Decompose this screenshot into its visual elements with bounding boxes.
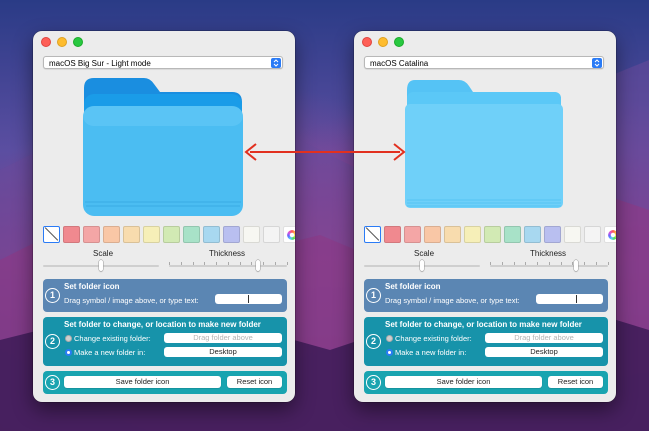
icon-text-input[interactable]: [536, 294, 603, 304]
folder-icon: [405, 80, 563, 208]
scale-slider-knob[interactable]: [420, 260, 424, 271]
save-folder-icon-button[interactable]: Save folder icon: [64, 376, 221, 388]
step3-badge: 3: [45, 375, 60, 390]
step3-panel: 3 Save folder icon Reset icon: [43, 371, 287, 394]
swatch-color[interactable]: [263, 226, 280, 243]
step2-panel: 2 Set folder to change, or location to m…: [364, 317, 608, 366]
make-new-folder-label: Make a new folder in:: [395, 348, 467, 357]
step1-panel: 1 Set folder icon Drag symbol / image ab…: [364, 279, 608, 312]
window-catalina: macOS Catalina Scale Thickness 1 Set fol…: [354, 31, 616, 402]
step1-panel: 1 Set folder icon Drag symbol / image ab…: [43, 279, 287, 312]
swatch-color[interactable]: [123, 226, 140, 243]
swatch-color[interactable]: [243, 226, 260, 243]
theme-popup[interactable]: macOS Big Sur - Light mode: [43, 56, 283, 69]
window-controls: [41, 37, 83, 47]
step1-badge: 1: [45, 288, 60, 303]
change-existing-label: Change existing folder:: [395, 334, 472, 343]
swatch-color[interactable]: [424, 226, 441, 243]
color-wheel-icon[interactable]: [604, 226, 616, 243]
close-button[interactable]: [362, 37, 372, 47]
theme-popup-label: macOS Catalina: [370, 59, 429, 68]
swatch-color[interactable]: [484, 226, 501, 243]
step2-badge: 2: [45, 334, 60, 349]
folder-preview[interactable]: [80, 76, 246, 218]
text-cursor: [248, 295, 249, 303]
new-folder-location-field[interactable]: Desktop: [485, 347, 603, 357]
swatch-color[interactable]: [384, 226, 401, 243]
double-arrow-icon: [244, 143, 406, 161]
step2-title: Set folder to change, or location to mak…: [64, 320, 261, 329]
drag-folder-field[interactable]: Drag folder above: [485, 333, 603, 343]
step2-panel: 2 Set folder to change, or location to m…: [43, 317, 287, 366]
change-existing-radio[interactable]: [386, 335, 393, 342]
scale-label: Scale: [414, 249, 435, 258]
swatch-color[interactable]: [464, 226, 481, 243]
step2-title: Set folder to change, or location to mak…: [385, 320, 582, 329]
scale-slider-knob[interactable]: [99, 260, 103, 271]
close-button[interactable]: [41, 37, 51, 47]
thickness-slider-track[interactable]: [169, 265, 287, 267]
reset-icon-button[interactable]: Reset icon: [227, 376, 282, 388]
swatch-color[interactable]: [404, 226, 421, 243]
step1-badge: 1: [366, 288, 381, 303]
swatch-color[interactable]: [103, 226, 120, 243]
swatch-none[interactable]: [43, 226, 60, 243]
theme-popup-label: macOS Big Sur - Light mode: [49, 59, 151, 68]
swatch-color[interactable]: [203, 226, 220, 243]
scale-label: Scale: [93, 249, 114, 258]
minimize-button[interactable]: [57, 37, 67, 47]
text-cursor: [576, 295, 577, 303]
change-existing-radio[interactable]: [65, 335, 72, 342]
folder-icon: [83, 78, 243, 216]
zoom-button[interactable]: [73, 37, 83, 47]
thickness-ticks: [490, 262, 608, 265]
drag-symbol-label: Drag symbol / image above, or type text:: [64, 296, 199, 305]
save-folder-icon-button[interactable]: Save folder icon: [385, 376, 542, 388]
zoom-button[interactable]: [394, 37, 404, 47]
swatch-color[interactable]: [564, 226, 581, 243]
thickness-label: Thickness: [530, 249, 567, 258]
make-new-folder-label: Make a new folder in:: [74, 348, 146, 357]
thickness-slider-knob[interactable]: [256, 260, 260, 271]
make-new-folder-radio[interactable]: [386, 349, 393, 356]
swatch-none[interactable]: [364, 226, 381, 243]
minimize-button[interactable]: [378, 37, 388, 47]
drag-folder-field[interactable]: Drag folder above: [164, 333, 282, 343]
window-big-sur: macOS Big Sur - Light mode Scale Thickne…: [33, 31, 295, 402]
step3-badge: 3: [366, 375, 381, 390]
folder-preview[interactable]: [401, 76, 567, 218]
swatch-color[interactable]: [544, 226, 561, 243]
step3-panel: 3 Save folder icon Reset icon: [364, 371, 608, 394]
swatch-color[interactable]: [524, 226, 541, 243]
reset-icon-button[interactable]: Reset icon: [548, 376, 603, 388]
chevron-updown-icon: [271, 58, 281, 68]
step1-title: Set folder icon: [385, 282, 441, 291]
theme-popup[interactable]: macOS Catalina: [364, 56, 604, 69]
swatch-color[interactable]: [584, 226, 601, 243]
swatch-color[interactable]: [83, 226, 100, 243]
thickness-label: Thickness: [209, 249, 246, 258]
drag-symbol-label: Drag symbol / image above, or type text:: [385, 296, 520, 305]
icon-text-input[interactable]: [215, 294, 282, 304]
color-swatches: [43, 226, 295, 243]
thickness-slider-knob[interactable]: [574, 260, 578, 271]
swatch-color[interactable]: [223, 226, 240, 243]
color-swatches: [364, 226, 616, 243]
change-existing-label: Change existing folder:: [74, 334, 151, 343]
step2-badge: 2: [366, 334, 381, 349]
window-controls: [362, 37, 404, 47]
swatch-color[interactable]: [143, 226, 160, 243]
make-new-folder-radio[interactable]: [65, 349, 72, 356]
new-folder-location-field[interactable]: Desktop: [164, 347, 282, 357]
swatch-color[interactable]: [163, 226, 180, 243]
swatch-color[interactable]: [183, 226, 200, 243]
thickness-slider-track[interactable]: [490, 265, 608, 267]
color-wheel-icon[interactable]: [283, 226, 295, 243]
chevron-updown-icon: [592, 58, 602, 68]
swatch-color[interactable]: [63, 226, 80, 243]
thickness-ticks: [169, 262, 287, 265]
swatch-color[interactable]: [444, 226, 461, 243]
step1-title: Set folder icon: [64, 282, 120, 291]
swatch-color[interactable]: [504, 226, 521, 243]
